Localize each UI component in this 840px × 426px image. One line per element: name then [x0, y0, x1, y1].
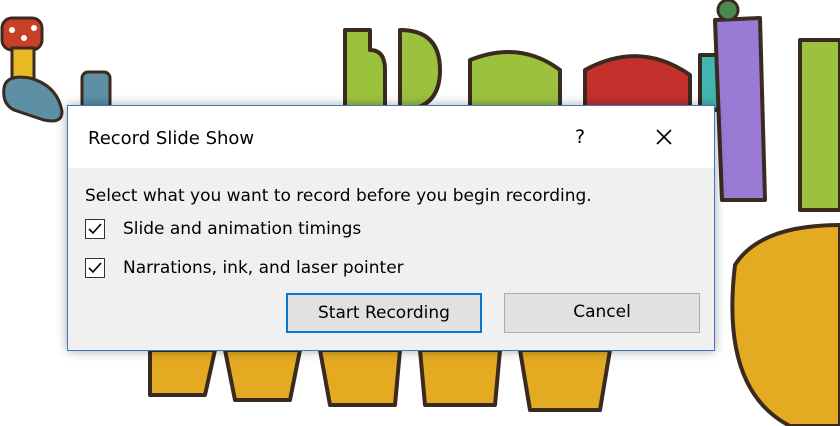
timings-label: Slide and animation timings — [123, 219, 362, 239]
narrations-label: Narrations, ink, and laser pointer — [123, 258, 404, 278]
record-prompt-text: Select what you want to record before yo… — [85, 186, 592, 206]
narrations-checkbox[interactable] — [85, 258, 105, 278]
dialog-title: Record Slide Show — [88, 128, 255, 149]
close-button[interactable] — [646, 122, 682, 154]
checkmark-icon — [88, 223, 102, 235]
checkmark-icon — [88, 262, 102, 274]
dialog-title-bar[interactable]: Record Slide Show ? — [68, 106, 714, 168]
record-slide-show-dialog: Record Slide Show ? Select what you want… — [67, 105, 715, 351]
timings-checkbox[interactable] — [85, 219, 105, 239]
help-button[interactable]: ? — [565, 120, 595, 154]
start-recording-button[interactable]: Start Recording — [286, 293, 482, 333]
close-icon — [656, 129, 672, 145]
cancel-button[interactable]: Cancel — [504, 293, 700, 333]
